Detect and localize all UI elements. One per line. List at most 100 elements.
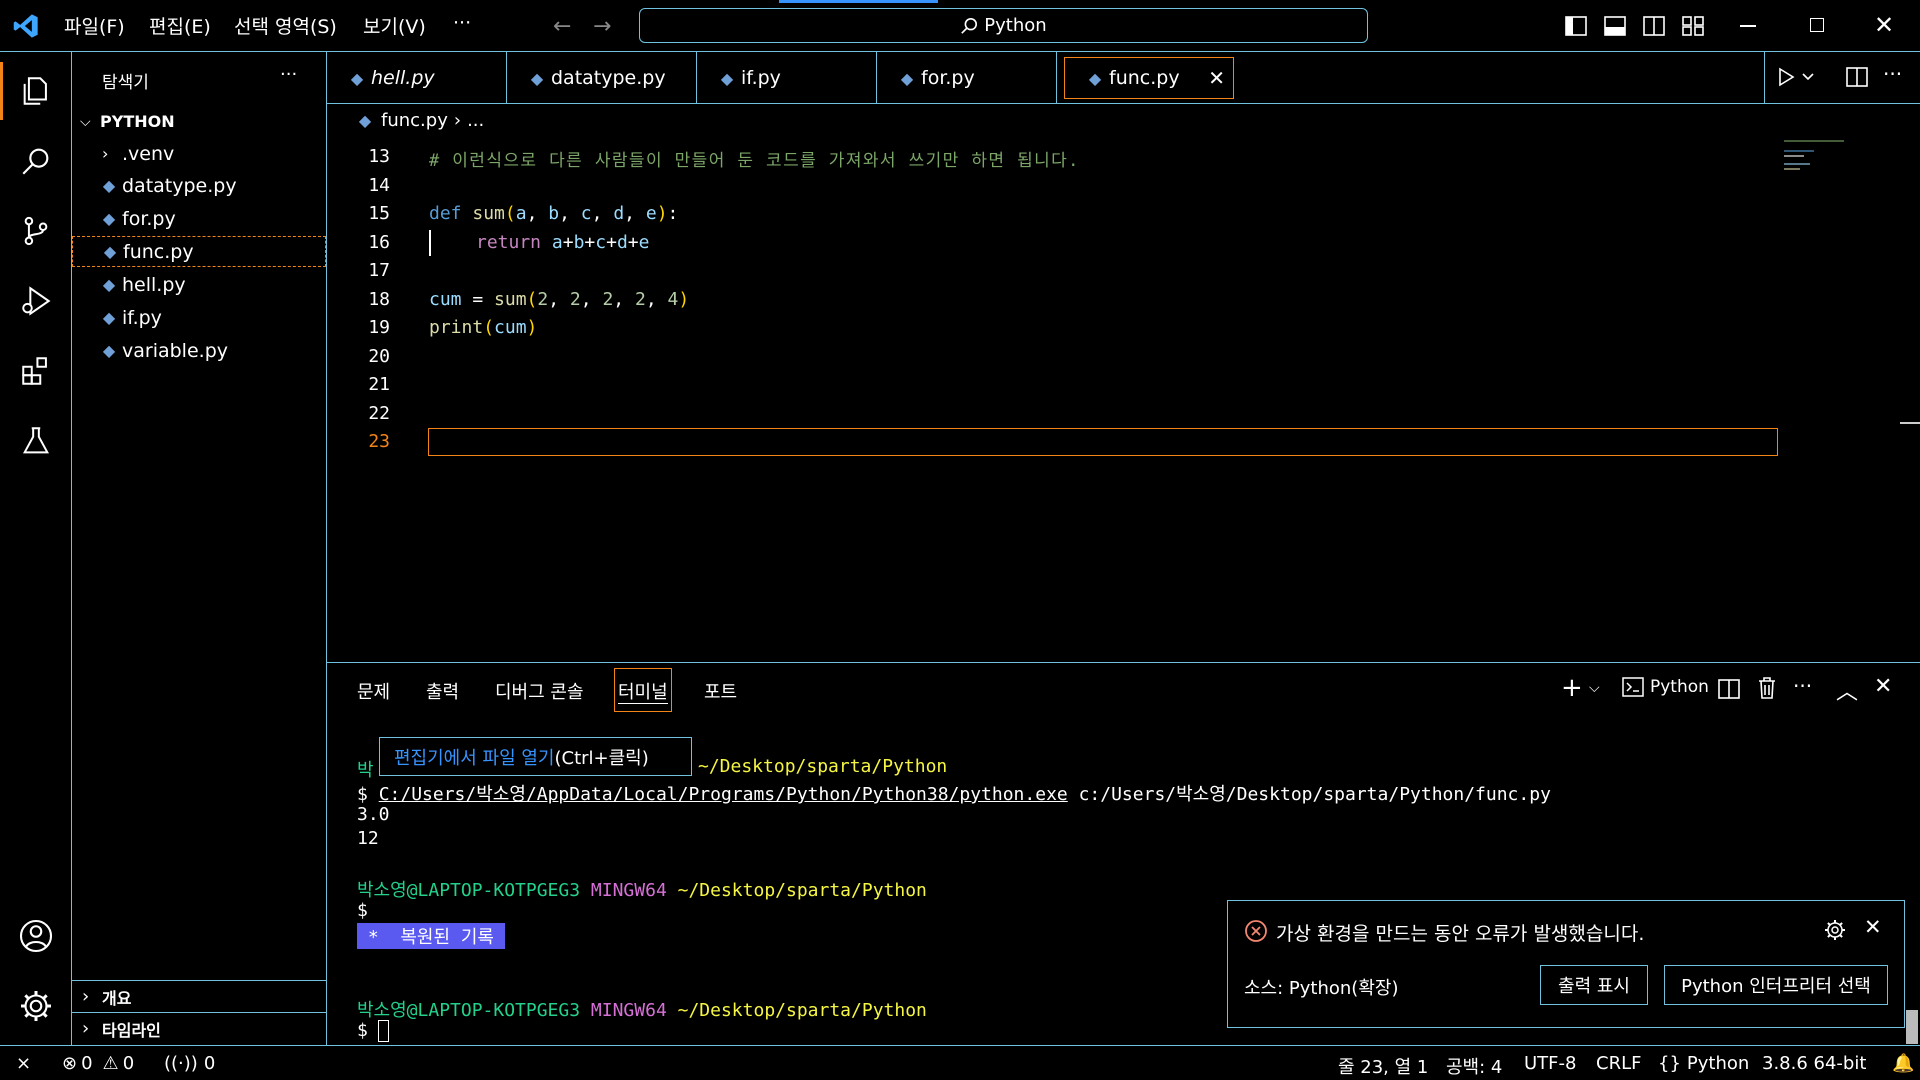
close-tab-icon[interactable]: ✕: [1208, 66, 1225, 90]
menu-more[interactable]: ···: [453, 12, 471, 34]
run-python-icon[interactable]: [1777, 66, 1817, 88]
user-host: 박소영@LAPTOP-KOTPGEG3: [357, 1000, 581, 1021]
warning-count: 0: [122, 1053, 135, 1074]
remote-icon[interactable]: ⨯: [16, 1053, 31, 1074]
tree-item-hell[interactable]: ◆ hell.py: [72, 269, 326, 300]
menu-file[interactable]: 파일(F): [64, 12, 125, 39]
encoding[interactable]: UTF-8: [1524, 1053, 1576, 1074]
terminal-partial-user: 박: [357, 760, 374, 781]
breadcrumb-rest[interactable]: ...: [467, 110, 484, 131]
outline-section[interactable]: › 개요: [72, 981, 326, 1012]
tree-item-func[interactable]: ◆ func.py: [72, 236, 326, 267]
tab-debug-console[interactable]: 디버그 콘솔: [495, 678, 584, 704]
sidebar-more-button[interactable]: ···: [280, 64, 297, 85]
line-ending[interactable]: CRLF: [1596, 1053, 1641, 1074]
explorer-sidebar: 탐색기 ··· ⌵ PYTHON › .venv ◆ datatype.py ◆ f…: [72, 52, 327, 1045]
notification-settings-icon[interactable]: [1823, 918, 1847, 942]
python-file-icon: ◆: [1088, 68, 1102, 88]
settings-gear-icon[interactable]: [14, 984, 58, 1028]
search-icon[interactable]: [14, 139, 58, 183]
terminal-output-2: 12: [357, 828, 379, 849]
python-file-icon: ◆: [350, 68, 364, 88]
accounts-icon[interactable]: [14, 914, 58, 958]
tab-problems[interactable]: 문제: [357, 678, 390, 704]
ports-status[interactable]: ((·)) 0: [164, 1053, 215, 1074]
tooltip-link[interactable]: 편집기에서 파일 열기: [394, 744, 554, 770]
chevron-down-icon[interactable]: ⌵: [1589, 680, 1600, 696]
notification-toast: 가상 환경을 만드는 동안 오류가 발생했습니다. ✕ 소스: Python(확…: [1227, 900, 1905, 1028]
problems-status[interactable]: ⊗ 0 ⚠ 0: [62, 1053, 134, 1074]
tab-output[interactable]: 출력: [426, 678, 459, 704]
tree-item-datatype[interactable]: ◆ datatype.py: [72, 170, 326, 201]
editor-more-icon[interactable]: ···: [1883, 62, 1902, 86]
tab-datatype[interactable]: ◆ datatype.py: [507, 52, 697, 104]
toggle-primary-sidebar-icon[interactable]: [1565, 15, 1587, 37]
customize-layout-icon[interactable]: [1682, 15, 1704, 37]
tree-item-venv[interactable]: › .venv: [72, 138, 326, 169]
tab-func[interactable]: ◆ func.py ✕: [1064, 57, 1234, 99]
python-file-icon: ◆: [102, 275, 116, 294]
timeline-section[interactable]: › 타임라인: [72, 1013, 326, 1044]
braces-icon: {}: [1658, 1053, 1681, 1074]
terminal-command[interactable]: $ C:/Users/박소영/AppData/Local/Programs/Py…: [357, 780, 1551, 806]
tooltip-hint: (Ctrl+클릭): [554, 747, 649, 769]
terminal-scrollbar[interactable]: [1906, 1010, 1918, 1044]
chevron-down-icon: ⌵: [80, 113, 91, 130]
panel-more-icon[interactable]: ···: [1793, 674, 1812, 698]
code-line-16[interactable]: return a+b+c+d+e: [476, 232, 649, 253]
trash-icon[interactable]: [1757, 676, 1777, 700]
toggle-secondary-sidebar-icon[interactable]: [1643, 15, 1665, 37]
source-control-icon[interactable]: [14, 209, 58, 253]
terminal-cursor[interactable]: [378, 1020, 389, 1042]
activity-bar: [0, 52, 72, 1045]
code-line-19[interactable]: print(cum): [429, 317, 537, 338]
code-line-15[interactable]: def sum(a, b, c, d, e):: [429, 203, 678, 224]
tree-item-if[interactable]: ◆ if.py: [72, 302, 326, 333]
menu-selection[interactable]: 선택 영역(S): [234, 12, 337, 39]
run-debug-icon[interactable]: [14, 279, 58, 323]
interpreter-version[interactable]: 3.8.6 64-bit: [1762, 1053, 1866, 1074]
terminal-exe-link[interactable]: C:/Users/박소영/AppData/Local/Programs/Pyth…: [379, 784, 1068, 805]
split-terminal-icon[interactable]: [1718, 678, 1740, 700]
new-terminal-icon[interactable]: +: [1561, 673, 1583, 703]
indent-spaces[interactable]: 공백: 4: [1446, 1053, 1502, 1079]
path: ~/Desktop/sparta/Python: [677, 880, 927, 901]
breadcrumb-file[interactable]: func.py: [381, 110, 448, 131]
notification-close-icon[interactable]: ✕: [1864, 915, 1882, 939]
tab-if[interactable]: ◆ if.py: [697, 52, 877, 104]
forward-arrow-icon[interactable]: →: [593, 14, 611, 39]
search-text: Python: [984, 15, 1047, 36]
back-arrow-icon[interactable]: ←: [553, 14, 571, 39]
language-mode[interactable]: {} Python: [1658, 1053, 1749, 1074]
tab-ports[interactable]: 포트: [704, 678, 737, 704]
restore-icon[interactable]: [1810, 18, 1824, 32]
notifications-bell-icon[interactable]: 🔔: [1892, 1053, 1914, 1074]
minimize-icon[interactable]: [1740, 25, 1756, 27]
show-output-button[interactable]: 출력 표시: [1540, 965, 1648, 1005]
close-panel-icon[interactable]: ✕: [1874, 674, 1892, 699]
python-file-icon: ◆: [102, 308, 116, 327]
maximize-panel-icon[interactable]: ︿: [1836, 674, 1858, 706]
tab-for[interactable]: ◆ for.py: [877, 52, 1057, 104]
cursor-position[interactable]: 줄 23, 열 1: [1338, 1053, 1428, 1079]
tab-hell[interactable]: ◆ hell.py: [327, 52, 507, 104]
close-window-icon[interactable]: ✕: [1874, 11, 1894, 39]
split-editor-icon[interactable]: [1846, 66, 1868, 88]
explorer-icon[interactable]: [14, 69, 58, 113]
command-center-search[interactable]: Python: [639, 8, 1368, 43]
menu-view[interactable]: 보기(V): [363, 12, 426, 39]
minimap[interactable]: [1784, 136, 1864, 176]
extensions-icon[interactable]: [14, 349, 58, 393]
code-line-18[interactable]: cum = sum(2, 2, 2, 2, 4): [429, 289, 689, 310]
folder-python[interactable]: ⌵ PYTHON: [72, 106, 326, 137]
tab-terminal[interactable]: 터미널: [618, 678, 668, 704]
menu-edit[interactable]: 편집(E): [149, 12, 211, 39]
tree-item-for[interactable]: ◆ for.py: [72, 203, 326, 234]
terminal-shell-selector[interactable]: Python: [1622, 677, 1709, 697]
toggle-panel-icon[interactable]: [1604, 15, 1626, 37]
testing-flask-icon[interactable]: [14, 419, 58, 463]
tree-item-variable[interactable]: ◆ variable.py: [72, 335, 326, 366]
code-comment[interactable]: # 이런식으로 다른 사람들이 만들어 둔 코드를 가져와서 쓰기만 하면 됩니…: [429, 146, 1080, 171]
select-interpreter-button[interactable]: Python 인터프리터 선택: [1664, 965, 1888, 1005]
tree-item-label: .venv: [122, 142, 175, 165]
